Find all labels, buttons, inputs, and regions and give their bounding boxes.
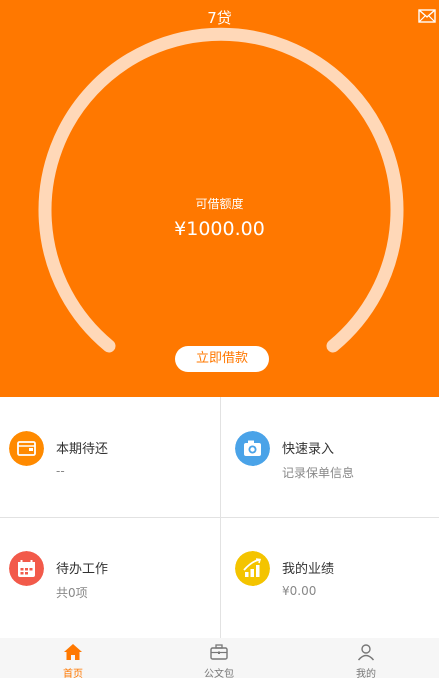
card-title: 我的业绩: [282, 562, 335, 577]
tab-mine[interactable]: 我的: [293, 638, 439, 678]
tab-label: 公文包: [204, 669, 234, 678]
briefcase-icon: [210, 644, 228, 660]
home-icon: [64, 644, 82, 660]
camera-icon: [235, 431, 270, 466]
borrow-now-button[interactable]: 立即借款: [175, 346, 269, 372]
card-title: 快速录入: [282, 442, 335, 457]
credit-limit-value: ¥1000.00: [174, 218, 265, 240]
credit-limit-label: 可借额度: [195, 197, 244, 211]
card-subtitle: ¥0.00: [282, 584, 317, 598]
tab-label: 首页: [63, 669, 83, 678]
page-title: 7贷: [207, 9, 232, 27]
chart-icon: [235, 551, 270, 586]
tab-briefcase[interactable]: 公文包: [146, 638, 292, 678]
tab-label: 我的: [356, 669, 376, 678]
credit-panel: 7贷 可借额度 ¥1000.00 立即借款: [0, 0, 439, 397]
card-subtitle: 记录保单信息: [282, 466, 355, 480]
tab-home[interactable]: 首页: [0, 638, 146, 678]
person-icon: [357, 644, 375, 661]
grid-divider-horizontal: [0, 517, 439, 518]
mail-icon[interactable]: [418, 9, 436, 23]
bottom-tab-bar: 首页 公文包 我的: [0, 638, 439, 678]
